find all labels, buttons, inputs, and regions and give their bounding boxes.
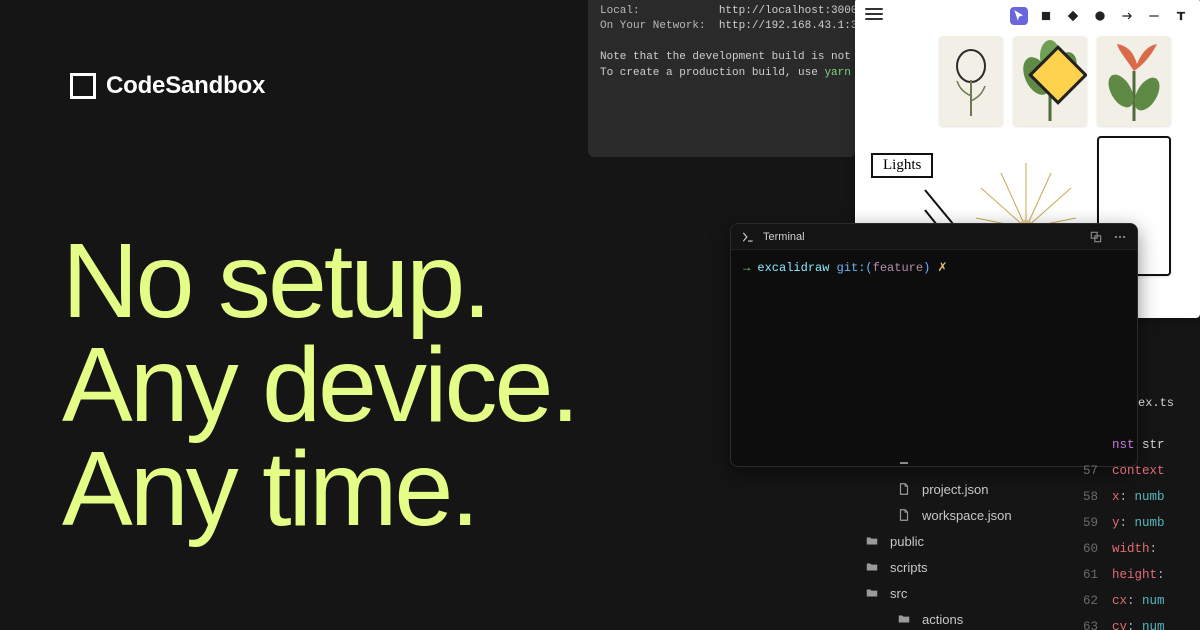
code-line: 60width: (1076, 536, 1200, 562)
prompt-dir: excalidraw (757, 261, 829, 275)
tree-row-folder[interactable]: scripts (856, 554, 1066, 580)
tree-label: scripts (890, 560, 928, 575)
minus-icon (896, 455, 912, 471)
prompt-git-close: ) (923, 261, 930, 275)
editor-tab[interactable]: ex.ts (1138, 396, 1200, 410)
tool-line[interactable] (1145, 7, 1163, 25)
file-tree[interactable]: project.json workspace.json public scrip… (856, 450, 1066, 630)
tree-row-file[interactable]: project.json (856, 476, 1066, 502)
brand: CodeSandbox (70, 72, 265, 100)
tool-text[interactable] (1172, 7, 1190, 25)
plant-card-3[interactable] (1097, 36, 1171, 126)
terminal-body[interactable]: → excalidraw git:(feature) ✗ (731, 250, 1137, 285)
hero-line-3: Any time. (62, 438, 577, 542)
terminal-title: Terminal (763, 231, 805, 243)
prompt-branch: feature (873, 261, 923, 275)
file-icon (896, 507, 912, 523)
canvas-toolbar (1004, 4, 1196, 28)
tree-label: public (890, 534, 924, 549)
devlog-note-1: Note that the development build is not o… (600, 50, 844, 65)
tool-pointer[interactable] (1010, 7, 1028, 25)
tree-label: project.json (922, 482, 988, 497)
popout-icon[interactable] (1089, 230, 1103, 244)
devserver-log: Local: http://localhost:3000 On Your Net… (588, 0, 856, 157)
tool-diamond[interactable] (1064, 7, 1082, 25)
terminal-titlebar: Terminal (731, 224, 1137, 250)
devlog-note-2b: yarn build (824, 67, 856, 79)
code-line: 57context (1076, 458, 1200, 484)
tree-label: workspace.json (922, 508, 1012, 523)
tool-square[interactable] (1037, 7, 1055, 25)
code-line: 62cx: num (1076, 588, 1200, 614)
folder-icon (864, 585, 880, 601)
tool-arrow[interactable] (1118, 7, 1136, 25)
code-line: 61height: (1076, 562, 1200, 588)
tree-row-folder[interactable]: actions (856, 606, 1066, 630)
file-icon (896, 481, 912, 497)
hero-line-2: Any device. (62, 334, 577, 438)
tree-row-folder[interactable]: src (856, 580, 1066, 606)
local-url: http://localhost:3000 (719, 5, 856, 17)
hero-headline: No setup. Any device. Any time. (62, 230, 577, 542)
tree-label: src (890, 586, 907, 601)
brand-name: CodeSandbox (106, 72, 265, 100)
prompt-arrow: → (743, 261, 750, 275)
tree-row-separator (856, 450, 1066, 476)
tree-row-folder[interactable]: public (856, 528, 1066, 554)
folder-icon (896, 611, 912, 627)
local-label: Local: (600, 5, 640, 17)
plant-card-1[interactable] (939, 36, 1003, 126)
canvas-label[interactable]: Lights (871, 153, 933, 178)
prompt-dirty-icon: ✗ (937, 261, 947, 275)
prompt-git-open: git:( (837, 261, 873, 275)
folder-icon (864, 533, 880, 549)
tree-row-file[interactable]: workspace.json (856, 502, 1066, 528)
tree-label: actions (922, 612, 963, 627)
tool-circle[interactable] (1091, 7, 1109, 25)
network-label: On Your Network: (600, 20, 706, 32)
kebab-icon[interactable] (1113, 230, 1127, 244)
folder-icon (864, 559, 880, 575)
hero-line-1: No setup. (62, 230, 577, 334)
hamburger-icon[interactable] (865, 8, 883, 22)
code-line: 59y: numb (1076, 510, 1200, 536)
code-line: nst str (1076, 432, 1200, 458)
devlog-note-2a: To create a production build, use (600, 67, 824, 79)
code-line: 63cy: num (1076, 614, 1200, 630)
terminal-icon (741, 230, 755, 244)
brand-logo-icon (70, 73, 96, 99)
code-line: 58x: numb (1076, 484, 1200, 510)
plant-card-2[interactable] (1013, 36, 1087, 126)
network-url: http://192.168.43.1:3000 (719, 20, 856, 32)
code-editor[interactable]: ex.ts nst str 57context 58x: numb 59y: n… (1076, 396, 1200, 630)
